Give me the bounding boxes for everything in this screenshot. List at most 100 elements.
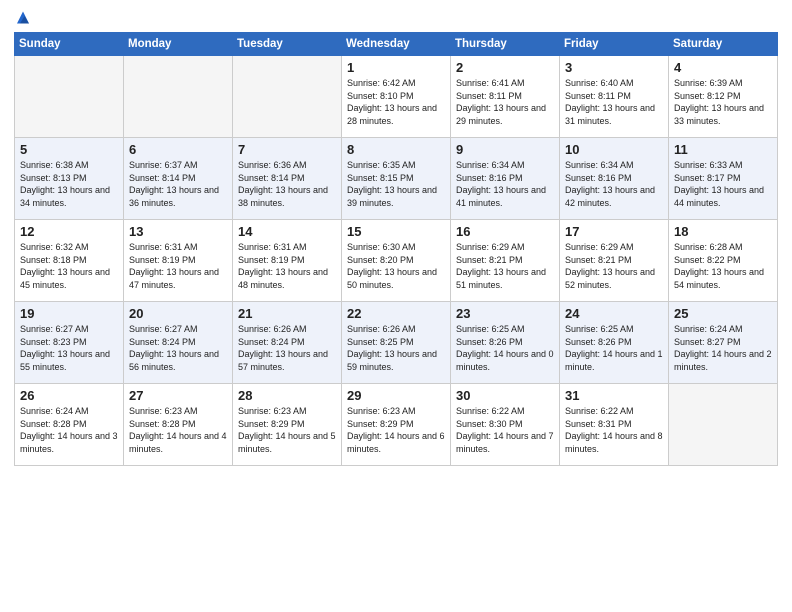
day-number: 26 bbox=[20, 388, 118, 403]
day-info: Sunrise: 6:22 AM Sunset: 8:31 PM Dayligh… bbox=[565, 405, 663, 455]
day-number: 29 bbox=[347, 388, 445, 403]
day-cell: 19 Sunrise: 6:27 AM Sunset: 8:23 PM Dayli… bbox=[15, 302, 124, 384]
day-info: Sunrise: 6:25 AM Sunset: 8:26 PM Dayligh… bbox=[456, 323, 554, 373]
day-number: 18 bbox=[674, 224, 772, 239]
day-number: 2 bbox=[456, 60, 554, 75]
day-number: 1 bbox=[347, 60, 445, 75]
day-info: Sunrise: 6:38 AM Sunset: 8:13 PM Dayligh… bbox=[20, 159, 118, 209]
day-info: Sunrise: 6:27 AM Sunset: 8:24 PM Dayligh… bbox=[129, 323, 227, 373]
day-info: Sunrise: 6:31 AM Sunset: 8:19 PM Dayligh… bbox=[238, 241, 336, 291]
day-number: 6 bbox=[129, 142, 227, 157]
day-number: 8 bbox=[347, 142, 445, 157]
day-cell: 26 Sunrise: 6:24 AM Sunset: 8:28 PM Dayli… bbox=[15, 384, 124, 466]
day-number: 4 bbox=[674, 60, 772, 75]
day-number: 15 bbox=[347, 224, 445, 239]
day-cell bbox=[15, 56, 124, 138]
weekday-header-row: SundayMondayTuesdayWednesdayThursdayFrid… bbox=[15, 33, 778, 56]
day-cell: 16 Sunrise: 6:29 AM Sunset: 8:21 PM Dayli… bbox=[451, 220, 560, 302]
day-number: 9 bbox=[456, 142, 554, 157]
day-cell: 6 Sunrise: 6:37 AM Sunset: 8:14 PM Daylig… bbox=[124, 138, 233, 220]
week-row-4: 19 Sunrise: 6:27 AM Sunset: 8:23 PM Dayli… bbox=[15, 302, 778, 384]
day-number: 13 bbox=[129, 224, 227, 239]
day-info: Sunrise: 6:23 AM Sunset: 8:29 PM Dayligh… bbox=[238, 405, 336, 455]
day-info: Sunrise: 6:27 AM Sunset: 8:23 PM Dayligh… bbox=[20, 323, 118, 373]
weekday-header-sunday: Sunday bbox=[15, 33, 124, 56]
day-info: Sunrise: 6:37 AM Sunset: 8:14 PM Dayligh… bbox=[129, 159, 227, 209]
day-number: 20 bbox=[129, 306, 227, 321]
day-cell bbox=[124, 56, 233, 138]
day-info: Sunrise: 6:34 AM Sunset: 8:16 PM Dayligh… bbox=[456, 159, 554, 209]
day-cell: 21Sunrise: 6:26 AM Sunset: 8:24 PM Dayli… bbox=[233, 302, 342, 384]
day-cell: 18 Sunrise: 6:28 AM Sunset: 8:22 PM Dayli… bbox=[669, 220, 778, 302]
day-number: 5 bbox=[20, 142, 118, 157]
logo bbox=[14, 10, 34, 28]
weekday-header-friday: Friday bbox=[560, 33, 669, 56]
day-cell: 4 Sunrise: 6:39 AM Sunset: 8:12 PM Daylig… bbox=[669, 56, 778, 138]
day-info: Sunrise: 6:40 AM Sunset: 8:11 PM Dayligh… bbox=[565, 77, 663, 127]
day-info: Sunrise: 6:26 AM Sunset: 8:25 PM Dayligh… bbox=[347, 323, 445, 373]
day-info: Sunrise: 6:24 AM Sunset: 8:27 PM Dayligh… bbox=[674, 323, 772, 373]
day-number: 12 bbox=[20, 224, 118, 239]
day-info: Sunrise: 6:29 AM Sunset: 8:21 PM Dayligh… bbox=[565, 241, 663, 291]
day-number: 3 bbox=[565, 60, 663, 75]
day-info: Sunrise: 6:23 AM Sunset: 8:29 PM Dayligh… bbox=[347, 405, 445, 455]
day-cell: 24Sunrise: 6:25 AM Sunset: 8:26 PM Dayli… bbox=[560, 302, 669, 384]
day-info: Sunrise: 6:26 AM Sunset: 8:24 PM Dayligh… bbox=[238, 323, 336, 373]
day-cell: 20 Sunrise: 6:27 AM Sunset: 8:24 PM Dayli… bbox=[124, 302, 233, 384]
day-info: Sunrise: 6:30 AM Sunset: 8:20 PM Dayligh… bbox=[347, 241, 445, 291]
day-info: Sunrise: 6:28 AM Sunset: 8:22 PM Dayligh… bbox=[674, 241, 772, 291]
day-cell: 5 Sunrise: 6:38 AM Sunset: 8:13 PM Daylig… bbox=[15, 138, 124, 220]
day-cell: 8 Sunrise: 6:35 AM Sunset: 8:15 PM Daylig… bbox=[342, 138, 451, 220]
day-cell: 13 Sunrise: 6:31 AM Sunset: 8:19 PM Dayli… bbox=[124, 220, 233, 302]
day-number: 23 bbox=[456, 306, 554, 321]
day-number: 22 bbox=[347, 306, 445, 321]
week-row-2: 5 Sunrise: 6:38 AM Sunset: 8:13 PM Daylig… bbox=[15, 138, 778, 220]
day-info: Sunrise: 6:29 AM Sunset: 8:21 PM Dayligh… bbox=[456, 241, 554, 291]
day-number: 14 bbox=[238, 224, 336, 239]
calendar-table: SundayMondayTuesdayWednesdayThursdayFrid… bbox=[14, 32, 778, 466]
day-cell: 12 Sunrise: 6:32 AM Sunset: 8:18 PM Dayli… bbox=[15, 220, 124, 302]
day-cell: 29 Sunrise: 6:23 AM Sunset: 8:29 PM Dayli… bbox=[342, 384, 451, 466]
day-cell bbox=[233, 56, 342, 138]
weekday-header-monday: Monday bbox=[124, 33, 233, 56]
day-cell: 27 Sunrise: 6:23 AM Sunset: 8:28 PM Dayli… bbox=[124, 384, 233, 466]
day-number: 28 bbox=[238, 388, 336, 403]
day-cell: 15 Sunrise: 6:30 AM Sunset: 8:20 PM Dayli… bbox=[342, 220, 451, 302]
day-cell: 17 Sunrise: 6:29 AM Sunset: 8:21 PM Dayli… bbox=[560, 220, 669, 302]
day-info: Sunrise: 6:23 AM Sunset: 8:28 PM Dayligh… bbox=[129, 405, 227, 455]
day-info: Sunrise: 6:24 AM Sunset: 8:28 PM Dayligh… bbox=[20, 405, 118, 455]
day-info: Sunrise: 6:32 AM Sunset: 8:18 PM Dayligh… bbox=[20, 241, 118, 291]
weekday-header-wednesday: Wednesday bbox=[342, 33, 451, 56]
day-cell: 1Sunrise: 6:42 AM Sunset: 8:10 PM Daylig… bbox=[342, 56, 451, 138]
day-cell: 22 Sunrise: 6:26 AM Sunset: 8:25 PM Dayli… bbox=[342, 302, 451, 384]
day-cell: 14 Sunrise: 6:31 AM Sunset: 8:19 PM Dayli… bbox=[233, 220, 342, 302]
day-cell: 30 Sunrise: 6:22 AM Sunset: 8:30 PM Dayli… bbox=[451, 384, 560, 466]
week-row-5: 26 Sunrise: 6:24 AM Sunset: 8:28 PM Dayli… bbox=[15, 384, 778, 466]
day-cell: 10 Sunrise: 6:34 AM Sunset: 8:16 PM Dayli… bbox=[560, 138, 669, 220]
day-number: 19 bbox=[20, 306, 118, 321]
header bbox=[14, 10, 778, 28]
day-info: Sunrise: 6:35 AM Sunset: 8:15 PM Dayligh… bbox=[347, 159, 445, 209]
weekday-header-thursday: Thursday bbox=[451, 33, 560, 56]
day-cell: 28 Sunrise: 6:23 AM Sunset: 8:29 PM Dayli… bbox=[233, 384, 342, 466]
day-number: 27 bbox=[129, 388, 227, 403]
day-info: Sunrise: 6:22 AM Sunset: 8:30 PM Dayligh… bbox=[456, 405, 554, 455]
day-number: 17 bbox=[565, 224, 663, 239]
day-cell: 2Sunrise: 6:41 AM Sunset: 8:11 PM Daylig… bbox=[451, 56, 560, 138]
day-info: Sunrise: 6:36 AM Sunset: 8:14 PM Dayligh… bbox=[238, 159, 336, 209]
day-cell: 7Sunrise: 6:36 AM Sunset: 8:14 PM Daylig… bbox=[233, 138, 342, 220]
weekday-header-tuesday: Tuesday bbox=[233, 33, 342, 56]
day-number: 10 bbox=[565, 142, 663, 157]
day-cell: 9 Sunrise: 6:34 AM Sunset: 8:16 PM Daylig… bbox=[451, 138, 560, 220]
day-number: 16 bbox=[456, 224, 554, 239]
day-number: 30 bbox=[456, 388, 554, 403]
day-info: Sunrise: 6:39 AM Sunset: 8:12 PM Dayligh… bbox=[674, 77, 772, 127]
day-info: Sunrise: 6:31 AM Sunset: 8:19 PM Dayligh… bbox=[129, 241, 227, 291]
weekday-header-saturday: Saturday bbox=[669, 33, 778, 56]
logo-icon bbox=[14, 10, 32, 28]
day-cell: 3 Sunrise: 6:40 AM Sunset: 8:11 PM Daylig… bbox=[560, 56, 669, 138]
week-row-1: 1Sunrise: 6:42 AM Sunset: 8:10 PM Daylig… bbox=[15, 56, 778, 138]
day-number: 24 bbox=[565, 306, 663, 321]
day-info: Sunrise: 6:34 AM Sunset: 8:16 PM Dayligh… bbox=[565, 159, 663, 209]
day-cell: 25Sunrise: 6:24 AM Sunset: 8:27 PM Dayli… bbox=[669, 302, 778, 384]
